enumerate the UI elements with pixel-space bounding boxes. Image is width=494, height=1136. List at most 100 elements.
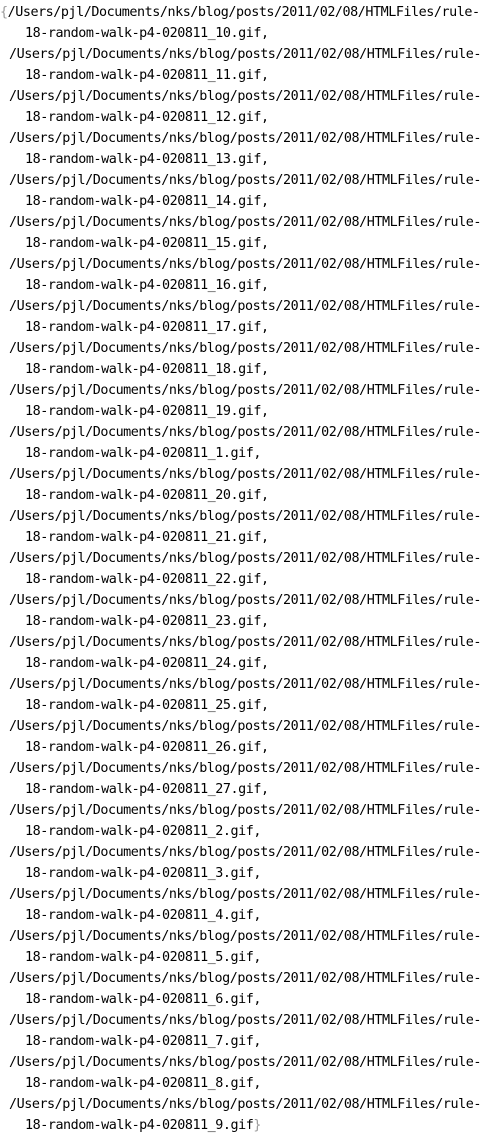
path-text-start: /Users/pjl/Documents/nks/blog/posts/2011… xyxy=(9,677,481,692)
path-line-2: 18-random-walk-p4-020811_3.gif, xyxy=(0,863,494,884)
path-text-start: /Users/pjl/Documents/nks/blog/posts/2011… xyxy=(9,47,481,62)
path-text-end: 18-random-walk-p4-020811_10.gif xyxy=(25,26,261,41)
path-text-start: /Users/pjl/Documents/nks/blog/posts/2011… xyxy=(9,803,481,818)
path-text-end: 18-random-walk-p4-020811_13.gif xyxy=(25,152,261,167)
path-line-1: /Users/pjl/Documents/nks/blog/posts/2011… xyxy=(0,170,494,191)
separator-comma: , xyxy=(260,152,269,167)
path-text-end: 18-random-walk-p4-020811_23.gif xyxy=(25,614,261,629)
path-text-start: /Users/pjl/Documents/nks/blog/posts/2011… xyxy=(9,425,481,440)
path-text-end: 18-random-walk-p4-020811_14.gif xyxy=(25,194,261,209)
list-item: /Users/pjl/Documents/nks/blog/posts/2011… xyxy=(0,884,494,926)
path-line-2: 18-random-walk-p4-020811_12.gif, xyxy=(0,107,494,128)
path-line-1: /Users/pjl/Documents/nks/blog/posts/2011… xyxy=(0,1094,494,1115)
path-text-start: /Users/pjl/Documents/nks/blog/posts/2011… xyxy=(9,341,481,356)
path-line-1: /Users/pjl/Documents/nks/blog/posts/2011… xyxy=(0,800,494,821)
list-item: /Users/pjl/Documents/nks/blog/posts/2011… xyxy=(0,296,494,338)
list-item: /Users/pjl/Documents/nks/blog/posts/2011… xyxy=(0,422,494,464)
path-text-end: 18-random-walk-p4-020811_11.gif xyxy=(25,68,261,83)
list-item: /Users/pjl/Documents/nks/blog/posts/2011… xyxy=(0,968,494,1010)
separator-comma: , xyxy=(260,698,269,713)
path-line-1: /Users/pjl/Documents/nks/blog/posts/2011… xyxy=(0,968,494,989)
path-line-2: 18-random-walk-p4-020811_10.gif, xyxy=(0,23,494,44)
separator-comma: , xyxy=(260,362,269,377)
path-text-end: 18-random-walk-p4-020811_15.gif xyxy=(25,236,261,251)
path-text-start: /Users/pjl/Documents/nks/blog/posts/2011… xyxy=(9,929,481,944)
separator-comma: , xyxy=(253,908,261,923)
path-text-end: 18-random-walk-p4-020811_17.gif xyxy=(25,320,261,335)
list-item: /Users/pjl/Documents/nks/blog/posts/2011… xyxy=(0,800,494,842)
path-text-start: /Users/pjl/Documents/nks/blog/posts/2011… xyxy=(9,635,481,650)
separator-comma: , xyxy=(260,656,269,671)
path-text-end: 18-random-walk-p4-020811_16.gif xyxy=(25,278,261,293)
list-item: /Users/pjl/Documents/nks/blog/posts/2011… xyxy=(0,44,494,86)
path-text-end: 18-random-walk-p4-020811_8.gif xyxy=(25,1076,254,1091)
open-brace: { xyxy=(0,5,8,20)
path-line-2: 18-random-walk-p4-020811_6.gif, xyxy=(0,989,494,1010)
path-text-end: 18-random-walk-p4-020811_18.gif xyxy=(25,362,261,377)
path-line-2: 18-random-walk-p4-020811_17.gif, xyxy=(0,317,494,338)
path-text-end: 18-random-walk-p4-020811_24.gif xyxy=(25,656,261,671)
path-text-end: 18-random-walk-p4-020811_26.gif xyxy=(25,740,261,755)
path-line-2: 18-random-walk-p4-020811_14.gif, xyxy=(0,191,494,212)
path-text-start: /Users/pjl/Documents/nks/blog/posts/2011… xyxy=(9,215,481,230)
list-item: /Users/pjl/Documents/nks/blog/posts/2011… xyxy=(0,842,494,884)
separator-comma: , xyxy=(253,866,261,881)
path-line-1: /Users/pjl/Documents/nks/blog/posts/2011… xyxy=(0,506,494,527)
separator-comma: , xyxy=(260,488,269,503)
path-line-1: /Users/pjl/Documents/nks/blog/posts/2011… xyxy=(0,632,494,653)
path-line-1: /Users/pjl/Documents/nks/blog/posts/2011… xyxy=(0,590,494,611)
list-item: /Users/pjl/Documents/nks/blog/posts/2011… xyxy=(0,758,494,800)
path-text-start: /Users/pjl/Documents/nks/blog/posts/2011… xyxy=(9,551,481,566)
path-line-1: /Users/pjl/Documents/nks/blog/posts/2011… xyxy=(0,884,494,905)
separator-comma: , xyxy=(260,614,269,629)
list-item: {/Users/pjl/Documents/nks/blog/posts/201… xyxy=(0,2,494,44)
list-item: /Users/pjl/Documents/nks/blog/posts/2011… xyxy=(0,380,494,422)
path-line-1: /Users/pjl/Documents/nks/blog/posts/2011… xyxy=(0,338,494,359)
path-line-1: /Users/pjl/Documents/nks/blog/posts/2011… xyxy=(0,128,494,149)
path-text-end: 18-random-walk-p4-020811_19.gif xyxy=(25,404,261,419)
separator-comma: , xyxy=(253,824,261,839)
path-text-start: /Users/pjl/Documents/nks/blog/posts/2011… xyxy=(9,467,481,482)
path-line-2: 18-random-walk-p4-020811_21.gif, xyxy=(0,527,494,548)
path-line-1: /Users/pjl/Documents/nks/blog/posts/2011… xyxy=(0,548,494,569)
path-line-2: 18-random-walk-p4-020811_23.gif, xyxy=(0,611,494,632)
path-line-1: {/Users/pjl/Documents/nks/blog/posts/201… xyxy=(0,2,494,23)
path-text-start: /Users/pjl/Documents/nks/blog/posts/2011… xyxy=(9,299,481,314)
path-text-start: /Users/pjl/Documents/nks/blog/posts/2011… xyxy=(9,761,481,776)
path-line-2: 18-random-walk-p4-020811_22.gif, xyxy=(0,569,494,590)
separator-comma: , xyxy=(260,740,269,755)
list-item: /Users/pjl/Documents/nks/blog/posts/2011… xyxy=(0,254,494,296)
path-line-1: /Users/pjl/Documents/nks/blog/posts/2011… xyxy=(0,380,494,401)
path-line-1: /Users/pjl/Documents/nks/blog/posts/2011… xyxy=(0,926,494,947)
path-text-end: 18-random-walk-p4-020811_4.gif xyxy=(25,908,254,923)
path-text-end: 18-random-walk-p4-020811_3.gif xyxy=(25,866,254,881)
path-text-start: /Users/pjl/Documents/nks/blog/posts/2011… xyxy=(9,89,481,104)
path-text-start: /Users/pjl/Documents/nks/blog/posts/2011… xyxy=(9,1097,481,1112)
path-line-2: 18-random-walk-p4-020811_7.gif, xyxy=(0,1031,494,1052)
path-text-start: /Users/pjl/Documents/nks/blog/posts/2011… xyxy=(9,173,481,188)
path-text-end: 18-random-walk-p4-020811_2.gif xyxy=(25,824,254,839)
path-text-end: 18-random-walk-p4-020811_27.gif xyxy=(25,782,261,797)
separator-comma: , xyxy=(260,236,269,251)
path-line-2: 18-random-walk-p4-020811_18.gif, xyxy=(0,359,494,380)
path-line-2: 18-random-walk-p4-020811_25.gif, xyxy=(0,695,494,716)
output-cell: { /Users/pjl/Documents/nks/blog/posts/201… xyxy=(0,0,494,1136)
path-line-1: /Users/pjl/Documents/nks/blog/posts/2011… xyxy=(0,254,494,275)
path-text-start: /Users/pjl/Documents/nks/blog/posts/2011… xyxy=(9,383,481,398)
separator-comma: , xyxy=(260,110,269,125)
list-item: /Users/pjl/Documents/nks/blog/posts/2011… xyxy=(0,212,494,254)
path-line-2: 18-random-walk-p4-020811_4.gif, xyxy=(0,905,494,926)
path-line-1: /Users/pjl/Documents/nks/blog/posts/2011… xyxy=(0,212,494,233)
path-line-1: /Users/pjl/Documents/nks/blog/posts/2011… xyxy=(0,758,494,779)
list-item: /Users/pjl/Documents/nks/blog/posts/2011… xyxy=(0,926,494,968)
separator-comma: , xyxy=(260,26,269,41)
list-item: /Users/pjl/Documents/nks/blog/posts/2011… xyxy=(0,338,494,380)
list-item: /Users/pjl/Documents/nks/blog/posts/2011… xyxy=(0,464,494,506)
path-text-start: /Users/pjl/Documents/nks/blog/posts/2011… xyxy=(9,1013,481,1028)
path-text-start: /Users/pjl/Documents/nks/blog/posts/2011… xyxy=(9,593,481,608)
list-item: /Users/pjl/Documents/nks/blog/posts/2011… xyxy=(0,590,494,632)
path-line-2: 18-random-walk-p4-020811_8.gif, xyxy=(0,1073,494,1094)
list-item: /Users/pjl/Documents/nks/blog/posts/2011… xyxy=(0,674,494,716)
path-line-2: 18-random-walk-p4-020811_1.gif, xyxy=(0,443,494,464)
path-line-1: /Users/pjl/Documents/nks/blog/posts/2011… xyxy=(0,716,494,737)
